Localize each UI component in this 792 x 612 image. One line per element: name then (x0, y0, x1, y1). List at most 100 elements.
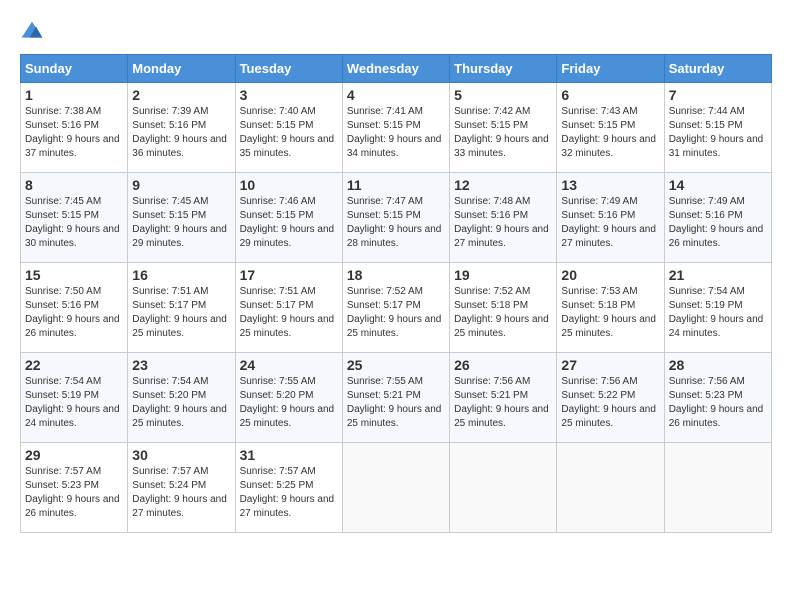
calendar-header-row: SundayMondayTuesdayWednesdayThursdayFrid… (21, 55, 772, 83)
day-number: 26 (454, 357, 552, 373)
day-info: Sunrise: 7:48 AM Sunset: 5:16 PM Dayligh… (454, 195, 552, 251)
day-info: Sunrise: 7:39 AM Sunset: 5:16 PM Dayligh… (132, 105, 230, 161)
day-info: Sunrise: 7:57 AM Sunset: 5:23 PM Dayligh… (25, 465, 123, 521)
day-number: 8 (25, 177, 123, 193)
day-header-sunday: Sunday (21, 55, 128, 83)
day-number: 1 (25, 87, 123, 103)
day-info: Sunrise: 7:38 AM Sunset: 5:16 PM Dayligh… (25, 105, 123, 161)
day-number: 27 (561, 357, 659, 373)
day-info: Sunrise: 7:54 AM Sunset: 5:19 PM Dayligh… (25, 375, 123, 431)
day-number: 21 (669, 267, 767, 283)
day-header-thursday: Thursday (450, 55, 557, 83)
day-number: 14 (669, 177, 767, 193)
day-info: Sunrise: 7:49 AM Sunset: 5:16 PM Dayligh… (669, 195, 767, 251)
day-number: 20 (561, 267, 659, 283)
day-cell (557, 443, 664, 533)
logo (20, 20, 48, 44)
day-info: Sunrise: 7:45 AM Sunset: 5:15 PM Dayligh… (132, 195, 230, 251)
day-cell: 26 Sunrise: 7:56 AM Sunset: 5:21 PM Dayl… (450, 353, 557, 443)
day-cell (342, 443, 449, 533)
day-info: Sunrise: 7:44 AM Sunset: 5:15 PM Dayligh… (669, 105, 767, 161)
day-cell: 5 Sunrise: 7:42 AM Sunset: 5:15 PM Dayli… (450, 83, 557, 173)
day-info: Sunrise: 7:52 AM Sunset: 5:17 PM Dayligh… (347, 285, 445, 341)
day-number: 22 (25, 357, 123, 373)
day-cell: 17 Sunrise: 7:51 AM Sunset: 5:17 PM Dayl… (235, 263, 342, 353)
day-cell: 1 Sunrise: 7:38 AM Sunset: 5:16 PM Dayli… (21, 83, 128, 173)
day-cell: 12 Sunrise: 7:48 AM Sunset: 5:16 PM Dayl… (450, 173, 557, 263)
day-cell: 22 Sunrise: 7:54 AM Sunset: 5:19 PM Dayl… (21, 353, 128, 443)
day-cell (664, 443, 771, 533)
day-info: Sunrise: 7:54 AM Sunset: 5:19 PM Dayligh… (669, 285, 767, 341)
week-row-1: 1 Sunrise: 7:38 AM Sunset: 5:16 PM Dayli… (21, 83, 772, 173)
day-number: 7 (669, 87, 767, 103)
day-info: Sunrise: 7:56 AM Sunset: 5:22 PM Dayligh… (561, 375, 659, 431)
day-number: 13 (561, 177, 659, 193)
day-cell: 19 Sunrise: 7:52 AM Sunset: 5:18 PM Dayl… (450, 263, 557, 353)
day-info: Sunrise: 7:45 AM Sunset: 5:15 PM Dayligh… (25, 195, 123, 251)
day-number: 31 (240, 447, 338, 463)
day-info: Sunrise: 7:52 AM Sunset: 5:18 PM Dayligh… (454, 285, 552, 341)
day-cell: 18 Sunrise: 7:52 AM Sunset: 5:17 PM Dayl… (342, 263, 449, 353)
week-row-3: 15 Sunrise: 7:50 AM Sunset: 5:16 PM Dayl… (21, 263, 772, 353)
day-header-monday: Monday (128, 55, 235, 83)
day-info: Sunrise: 7:50 AM Sunset: 5:16 PM Dayligh… (25, 285, 123, 341)
day-cell: 25 Sunrise: 7:55 AM Sunset: 5:21 PM Dayl… (342, 353, 449, 443)
day-info: Sunrise: 7:46 AM Sunset: 5:15 PM Dayligh… (240, 195, 338, 251)
day-info: Sunrise: 7:47 AM Sunset: 5:15 PM Dayligh… (347, 195, 445, 251)
day-number: 17 (240, 267, 338, 283)
day-cell: 24 Sunrise: 7:55 AM Sunset: 5:20 PM Dayl… (235, 353, 342, 443)
day-number: 5 (454, 87, 552, 103)
day-cell: 16 Sunrise: 7:51 AM Sunset: 5:17 PM Dayl… (128, 263, 235, 353)
day-number: 23 (132, 357, 230, 373)
day-number: 28 (669, 357, 767, 373)
calendar-table: SundayMondayTuesdayWednesdayThursdayFrid… (20, 54, 772, 533)
day-cell: 6 Sunrise: 7:43 AM Sunset: 5:15 PM Dayli… (557, 83, 664, 173)
day-cell: 20 Sunrise: 7:53 AM Sunset: 5:18 PM Dayl… (557, 263, 664, 353)
day-cell: 15 Sunrise: 7:50 AM Sunset: 5:16 PM Dayl… (21, 263, 128, 353)
day-info: Sunrise: 7:42 AM Sunset: 5:15 PM Dayligh… (454, 105, 552, 161)
day-info: Sunrise: 7:51 AM Sunset: 5:17 PM Dayligh… (132, 285, 230, 341)
day-number: 10 (240, 177, 338, 193)
day-cell: 13 Sunrise: 7:49 AM Sunset: 5:16 PM Dayl… (557, 173, 664, 263)
day-info: Sunrise: 7:53 AM Sunset: 5:18 PM Dayligh… (561, 285, 659, 341)
day-cell: 30 Sunrise: 7:57 AM Sunset: 5:24 PM Dayl… (128, 443, 235, 533)
day-info: Sunrise: 7:56 AM Sunset: 5:21 PM Dayligh… (454, 375, 552, 431)
day-header-wednesday: Wednesday (342, 55, 449, 83)
day-cell: 11 Sunrise: 7:47 AM Sunset: 5:15 PM Dayl… (342, 173, 449, 263)
day-info: Sunrise: 7:55 AM Sunset: 5:21 PM Dayligh… (347, 375, 445, 431)
day-number: 9 (132, 177, 230, 193)
day-info: Sunrise: 7:43 AM Sunset: 5:15 PM Dayligh… (561, 105, 659, 161)
day-number: 16 (132, 267, 230, 283)
day-cell: 4 Sunrise: 7:41 AM Sunset: 5:15 PM Dayli… (342, 83, 449, 173)
day-number: 12 (454, 177, 552, 193)
day-number: 19 (454, 267, 552, 283)
day-cell: 8 Sunrise: 7:45 AM Sunset: 5:15 PM Dayli… (21, 173, 128, 263)
day-number: 25 (347, 357, 445, 373)
day-number: 18 (347, 267, 445, 283)
day-info: Sunrise: 7:41 AM Sunset: 5:15 PM Dayligh… (347, 105, 445, 161)
day-cell: 23 Sunrise: 7:54 AM Sunset: 5:20 PM Dayl… (128, 353, 235, 443)
day-cell: 10 Sunrise: 7:46 AM Sunset: 5:15 PM Dayl… (235, 173, 342, 263)
day-number: 4 (347, 87, 445, 103)
day-cell: 28 Sunrise: 7:56 AM Sunset: 5:23 PM Dayl… (664, 353, 771, 443)
day-number: 29 (25, 447, 123, 463)
day-info: Sunrise: 7:55 AM Sunset: 5:20 PM Dayligh… (240, 375, 338, 431)
day-header-tuesday: Tuesday (235, 55, 342, 83)
day-info: Sunrise: 7:57 AM Sunset: 5:24 PM Dayligh… (132, 465, 230, 521)
day-number: 6 (561, 87, 659, 103)
day-cell: 9 Sunrise: 7:45 AM Sunset: 5:15 PM Dayli… (128, 173, 235, 263)
day-header-saturday: Saturday (664, 55, 771, 83)
day-number: 11 (347, 177, 445, 193)
day-info: Sunrise: 7:49 AM Sunset: 5:16 PM Dayligh… (561, 195, 659, 251)
day-number: 2 (132, 87, 230, 103)
day-info: Sunrise: 7:57 AM Sunset: 5:25 PM Dayligh… (240, 465, 338, 521)
day-cell: 2 Sunrise: 7:39 AM Sunset: 5:16 PM Dayli… (128, 83, 235, 173)
page-header (20, 20, 772, 44)
day-cell: 21 Sunrise: 7:54 AM Sunset: 5:19 PM Dayl… (664, 263, 771, 353)
week-row-5: 29 Sunrise: 7:57 AM Sunset: 5:23 PM Dayl… (21, 443, 772, 533)
day-cell: 14 Sunrise: 7:49 AM Sunset: 5:16 PM Dayl… (664, 173, 771, 263)
day-cell (450, 443, 557, 533)
day-number: 24 (240, 357, 338, 373)
day-cell: 3 Sunrise: 7:40 AM Sunset: 5:15 PM Dayli… (235, 83, 342, 173)
day-cell: 29 Sunrise: 7:57 AM Sunset: 5:23 PM Dayl… (21, 443, 128, 533)
